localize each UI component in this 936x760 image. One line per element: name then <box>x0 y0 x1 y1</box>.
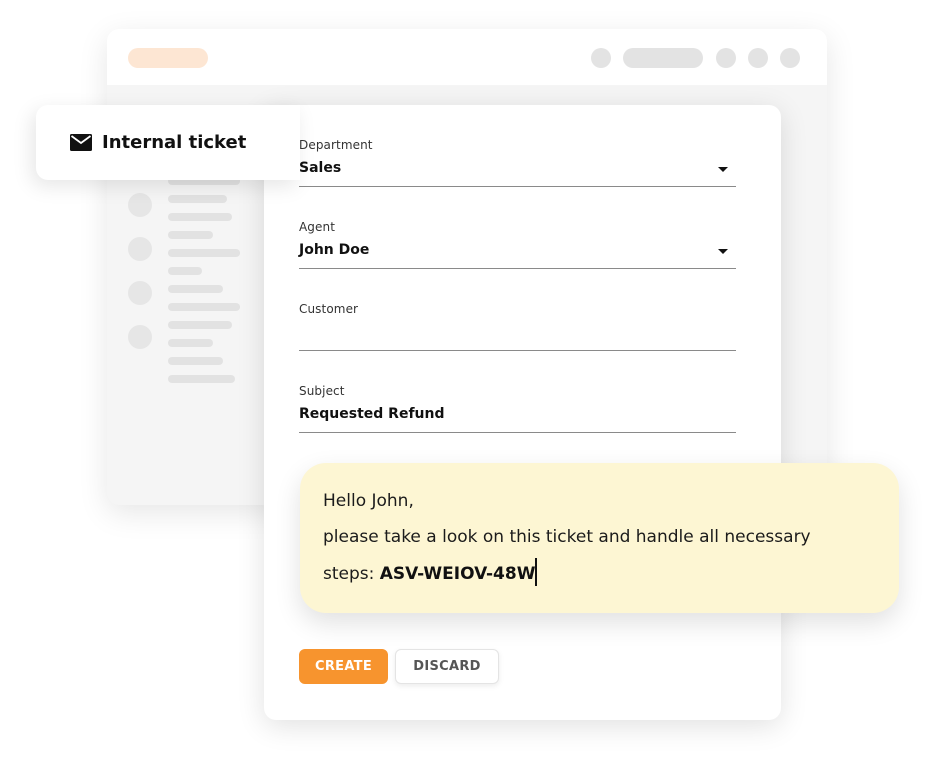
skeleton-line <box>168 339 213 347</box>
skeleton-line <box>168 249 240 257</box>
message-line: steps: ASV-WEIOV-48W <box>323 558 538 588</box>
create-button[interactable]: CREATE <box>299 649 388 684</box>
customer-label: Customer <box>299 302 359 316</box>
department-select[interactable]: Department Sales <box>299 138 736 187</box>
subject-value[interactable]: Requested Refund <box>299 406 445 422</box>
message-text: steps: <box>323 564 380 584</box>
skeleton-line <box>168 231 213 239</box>
logo-placeholder <box>128 48 208 68</box>
topbar-dot-placeholder <box>591 48 611 68</box>
customer-field[interactable]: Customer <box>299 302 736 351</box>
message-line: please take a look on this ticket and ha… <box>323 527 811 547</box>
skeleton-line <box>168 375 235 383</box>
message-line: Hello John, <box>323 491 414 511</box>
chevron-down-icon[interactable] <box>718 167 728 172</box>
skeleton-avatar <box>128 193 152 217</box>
skeleton-line <box>168 357 223 365</box>
department-value: Sales <box>299 160 342 176</box>
background-topbar <box>107 29 827 85</box>
message-textarea[interactable]: Hello John, please take a look on this t… <box>300 463 899 613</box>
text-cursor <box>535 558 538 586</box>
chevron-down-icon[interactable] <box>718 249 728 254</box>
topbar-dot-placeholder <box>748 48 768 68</box>
agent-select[interactable]: Agent John Doe <box>299 220 736 269</box>
skeleton-line <box>168 321 232 329</box>
topbar-pill-placeholder <box>623 48 703 68</box>
envelope-icon <box>70 134 92 151</box>
skeleton-avatar <box>128 325 152 349</box>
ticket-form-card: Department Sales Agent John Doe Customer… <box>264 105 781 720</box>
skeleton-line <box>168 213 232 221</box>
ticket-code: ASV-WEIOV-48W <box>379 564 536 584</box>
internal-ticket-tab[interactable]: Internal ticket <box>36 105 300 180</box>
skeleton-avatar <box>128 237 152 261</box>
topbar-dot-placeholder <box>716 48 736 68</box>
topbar-dot-placeholder <box>780 48 800 68</box>
agent-value: John Doe <box>299 242 370 258</box>
agent-label: Agent <box>299 220 336 234</box>
skeleton-line <box>168 195 227 203</box>
subject-label: Subject <box>299 384 345 398</box>
discard-button[interactable]: DISCARD <box>395 649 499 684</box>
skeleton-avatar <box>128 281 152 305</box>
department-label: Department <box>299 138 373 152</box>
subject-field[interactable]: Subject Requested Refund <box>299 384 736 433</box>
skeleton-line <box>168 267 202 275</box>
skeleton-line <box>168 285 223 293</box>
skeleton-line <box>168 303 240 311</box>
ticket-tab-title: Internal ticket <box>102 132 247 153</box>
